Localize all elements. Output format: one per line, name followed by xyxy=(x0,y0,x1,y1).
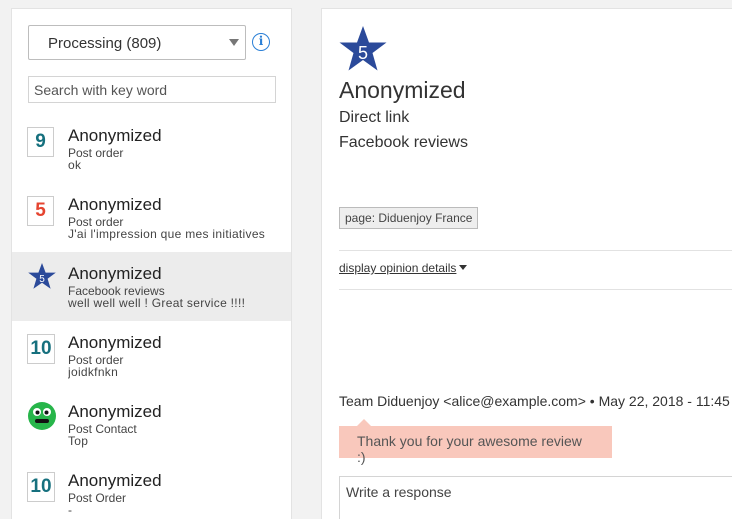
review-detail-panel: 5 Anonymized Direct link Facebook review… xyxy=(321,8,732,519)
star-rating-value: 5 xyxy=(39,274,45,285)
review-source: Facebook reviews xyxy=(339,134,468,151)
star-rating-icon: 5 xyxy=(28,263,56,289)
list-item[interactable]: Anonymized Post Contact Top xyxy=(12,390,291,459)
review-excerpt: ok xyxy=(68,158,82,172)
reviewer-name: Anonymized xyxy=(68,333,162,352)
score-badge: 9 xyxy=(27,127,54,157)
review-channel: Direct link xyxy=(339,109,410,126)
reviewer-name: Anonymized xyxy=(68,402,162,421)
review-excerpt: J'ai l'impression que mes initiatives xyxy=(68,227,266,241)
list-item[interactable]: 9 Anonymized Post order ok xyxy=(12,114,291,183)
review-excerpt: well well well ! Great service !!!! xyxy=(68,296,246,310)
search-input[interactable] xyxy=(28,76,276,103)
display-details-label: display opinion details xyxy=(339,261,457,275)
status-filter-value: Processing (809) xyxy=(48,35,162,52)
reply-meta: Team Diduenjoy <alice@example.com> • May… xyxy=(339,393,730,409)
smiley-face-icon xyxy=(28,402,56,430)
reviewer-name: Anonymized xyxy=(68,264,162,283)
info-icon[interactable]: i xyxy=(252,33,270,51)
star-rating-value: 5 xyxy=(358,43,368,63)
caret-down-icon xyxy=(459,265,468,270)
divider xyxy=(339,289,732,290)
reply-bubble: Thank you for your awesome review :) xyxy=(339,419,612,465)
list-item[interactable]: 5 Anonymized Post order J'ai l'impressio… xyxy=(12,183,291,252)
page-tag: page: Diduenjoy France xyxy=(339,207,479,229)
chevron-down-icon xyxy=(229,39,239,46)
list-item[interactable]: 10 Anonymized Post Order - xyxy=(12,459,291,519)
reviewer-name: Anonymized xyxy=(68,195,162,214)
review-excerpt: joidkfnkn xyxy=(68,365,119,379)
review-list: 9 Anonymized Post order ok 5 Anonymized … xyxy=(12,114,291,519)
response-input[interactable] xyxy=(339,476,732,519)
reviewer-name: Anonymized xyxy=(339,77,466,103)
reviewer-name: Anonymized xyxy=(68,126,162,145)
reviews-sidebar: Processing (809) i 9 Anonymized Post ord… xyxy=(11,8,292,519)
list-item[interactable]: 5 Anonymized Facebook reviews well well … xyxy=(12,252,291,321)
list-item[interactable]: 10 Anonymized Post order joidkfnkn xyxy=(12,321,291,390)
score-badge: 5 xyxy=(27,196,54,226)
star-rating-icon: 5 xyxy=(339,26,387,71)
display-details-link[interactable]: display opinion details xyxy=(339,261,468,275)
review-excerpt: Top xyxy=(68,434,89,448)
review-excerpt: - xyxy=(68,503,73,517)
reviewer-name: Anonymized xyxy=(68,471,162,490)
status-filter-select[interactable]: Processing (809) xyxy=(28,25,246,60)
divider xyxy=(339,250,732,251)
score-badge: 10 xyxy=(27,472,55,502)
score-badge: 10 xyxy=(27,334,55,364)
